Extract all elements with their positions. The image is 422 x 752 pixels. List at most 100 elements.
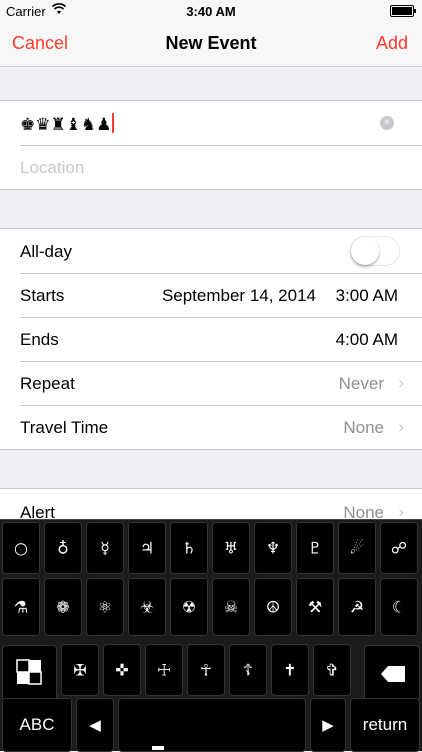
location-row[interactable]: Location: [0, 145, 422, 189]
symbol-glyph: ♅: [223, 538, 239, 558]
end-time: 4:00 AM: [335, 330, 398, 349]
symbol-key[interactable]: ✝: [271, 644, 309, 696]
backspace-icon: [381, 666, 405, 682]
symbol-key[interactable]: ❁: [44, 578, 82, 636]
symbol-key[interactable]: ☿: [86, 522, 124, 574]
symbol-glyph: ⚛: [97, 597, 113, 617]
time-group: All-day Starts September 14, 2014 3:00 A…: [0, 228, 422, 450]
symbol-glyph: ✝: [283, 660, 297, 680]
symbol-glyph: ☮: [265, 597, 281, 617]
navigation-bar: Cancel New Event Add: [0, 22, 422, 67]
symbol-key[interactable]: ☭: [338, 578, 376, 636]
repeat-value: Never: [338, 374, 384, 393]
ends-row[interactable]: Ends 4:00 AM: [0, 317, 422, 361]
symbol-glyph: ✜: [115, 660, 129, 680]
location-input[interactable]: Location: [20, 158, 84, 178]
symbol-key[interactable]: ☄: [338, 522, 376, 574]
symbol-glyph: ☭: [349, 597, 365, 617]
starts-row[interactable]: Starts September 14, 2014 3:00 AM: [0, 273, 422, 317]
symbol-glyph: ☢: [181, 597, 197, 617]
symbol-key[interactable]: ✠: [61, 644, 99, 696]
symbol-key[interactable]: ☢: [170, 578, 208, 636]
symbol-key[interactable]: ⚛: [86, 578, 124, 636]
chevron-right-icon: ›: [398, 373, 404, 392]
symbol-glyph: ♄: [181, 538, 197, 558]
title-row[interactable]: ♚♛♜♝♞♟ ×: [0, 101, 422, 145]
chevron-right-icon: ›: [398, 417, 404, 436]
symbol-glyph: ☿: [100, 538, 110, 558]
symbol-key[interactable]: ⚗: [2, 578, 40, 636]
symbol-key[interactable]: ☩: [145, 644, 183, 696]
space-key[interactable]: [118, 698, 306, 752]
symbol-glyph: ☥: [200, 660, 212, 680]
add-button[interactable]: Add: [376, 33, 408, 54]
symbol-key[interactable]: ☮: [254, 578, 292, 636]
layout-grid-key[interactable]: [2, 645, 57, 701]
title-location-group: ♚♛♜♝♞♟ × Location: [0, 100, 422, 190]
symbol-glyph: ✞: [325, 660, 339, 680]
symbol-key[interactable]: ○: [2, 522, 40, 574]
return-label: return: [362, 715, 408, 734]
symbol-key[interactable]: ♆: [254, 522, 292, 574]
cursor-right-key[interactable]: ▶: [310, 698, 346, 752]
clear-text-icon[interactable]: ×: [380, 116, 394, 130]
start-date: September 14, 2014: [161, 286, 316, 305]
symbol-glyph: ❁: [56, 597, 70, 617]
symbol-glyph: ⚒: [307, 597, 323, 617]
symbol-glyph: ☍: [390, 538, 408, 558]
symbol-key[interactable]: ♄: [170, 522, 208, 574]
delete-key[interactable]: [364, 645, 420, 701]
left-arrow-icon: ◀: [89, 716, 101, 734]
toggle-knob: [351, 237, 379, 265]
symbol-key[interactable]: ☦: [229, 644, 267, 696]
symbol-key[interactable]: ♇: [296, 522, 334, 574]
title-input[interactable]: ♚♛♜♝♞♟: [20, 113, 115, 135]
ends-label: Ends: [20, 330, 59, 349]
symbol-glyph: ♇: [307, 538, 323, 558]
symbol-glyph: ☦: [242, 660, 254, 680]
symbol-glyph: ⚗: [13, 597, 29, 617]
symbol-keyboard: ○ ♁ ☿ ♃ ♄ ♅ ♆ ♇ ☄ ☍ ⚗ ❁ ⚛ ☣ ☢ ☠ ☮ ⚒ ☭ ☾ ✠ ✜ ☩ ☥ ☦ ✝ ✞ ABC ◀ ▶ re…: [0, 519, 422, 752]
symbol-key[interactable]: ☥: [187, 644, 225, 696]
abc-label: ABC: [19, 715, 55, 734]
repeat-row[interactable]: Repeat Never ›: [0, 361, 422, 405]
battery-icon: [390, 5, 416, 17]
symbol-glyph: ☄: [349, 538, 365, 558]
starts-label: Starts: [20, 286, 65, 305]
allday-label: All-day: [20, 242, 72, 261]
symbol-key[interactable]: ✞: [313, 644, 351, 696]
symbol-glyph: ○: [14, 538, 28, 558]
right-arrow-icon: ▶: [322, 716, 334, 734]
symbol-glyph: ☩: [156, 660, 172, 680]
symbol-key[interactable]: ♁: [44, 522, 82, 574]
status-time: 3:40 AM: [186, 4, 236, 19]
symbol-key[interactable]: ♃: [128, 522, 166, 574]
repeat-label: Repeat: [20, 374, 75, 393]
return-key[interactable]: return: [350, 698, 420, 752]
symbol-glyph: ☠: [223, 597, 239, 617]
symbol-glyph: ♆: [265, 538, 281, 558]
symbol-glyph: ☣: [139, 597, 155, 617]
cursor-left-key[interactable]: ◀: [76, 698, 114, 752]
symbol-key[interactable]: ☾: [380, 578, 418, 636]
symbol-key[interactable]: ✜: [103, 644, 141, 696]
allday-row: All-day: [0, 229, 422, 273]
symbol-key[interactable]: ♅: [212, 522, 250, 574]
symbol-key[interactable]: ☍: [380, 522, 418, 574]
symbol-glyph: ♁: [57, 538, 69, 558]
home-indicator: [152, 746, 164, 750]
symbol-key[interactable]: ⚒: [296, 578, 334, 636]
grid-icon: [16, 659, 42, 685]
allday-toggle[interactable]: [350, 236, 400, 266]
page-title: New Event: [165, 33, 257, 53]
symbol-glyph: ✠: [73, 660, 87, 680]
abc-key[interactable]: ABC: [2, 698, 72, 752]
title-text: ♚♛♜♝♞♟: [20, 115, 112, 134]
symbol-key[interactable]: ☠: [212, 578, 250, 636]
text-cursor: [112, 113, 115, 133]
symbol-glyph: ♃: [139, 538, 155, 558]
symbol-glyph: ☾: [391, 597, 407, 617]
travel-row[interactable]: Travel Time None ›: [0, 405, 422, 449]
start-time: 3:00 AM: [335, 286, 398, 305]
symbol-key[interactable]: ☣: [128, 578, 166, 636]
